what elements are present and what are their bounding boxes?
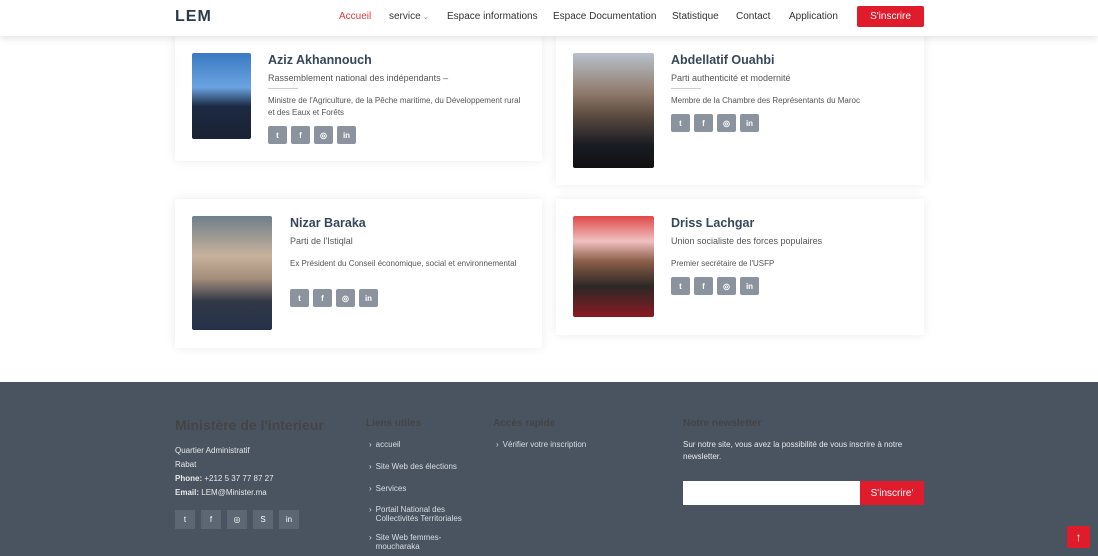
nav-application[interactable]: Application (789, 11, 838, 22)
footer-address-line2: Rabat (175, 460, 197, 469)
footer-link[interactable]: › accueil (369, 440, 401, 449)
chevron-right-icon: › (496, 440, 499, 449)
linkedin-icon[interactable]: in (740, 114, 759, 132)
member-card: Driss Lachgar Union socialiste des force… (556, 199, 924, 335)
facebook-icon[interactable]: f (291, 126, 310, 144)
member-role: Ex Président du Conseil économique, soci… (290, 259, 517, 268)
divider (671, 88, 701, 89)
nav-contact[interactable]: Contact (736, 11, 770, 22)
member-party: Parti authenticité et modernité (671, 73, 791, 83)
member-socials: t f ◎ in (671, 277, 759, 295)
instagram-icon[interactable]: ◎ (227, 510, 247, 529)
footer-phone: Phone: +212 5 37 77 87 27 (175, 472, 274, 486)
nav-espace-informations[interactable]: Espace informations (447, 11, 538, 22)
newsletter-text: Sur notre site, vous avez la possibilité… (683, 440, 903, 461)
member-photo (192, 53, 251, 139)
member-party: Union socialiste des forces populaires (671, 236, 823, 246)
member-photo (573, 53, 654, 168)
newsletter-email-input[interactable] (683, 481, 860, 505)
member-photo (573, 216, 654, 317)
linkedin-icon[interactable]: in (337, 126, 356, 144)
twitter-icon[interactable]: t (290, 289, 309, 307)
twitter-icon[interactable]: t (268, 126, 287, 144)
linkedin-icon[interactable]: in (279, 510, 299, 529)
instagram-icon[interactable]: ◎ (717, 114, 736, 132)
chevron-down-icon: ⌄ (422, 14, 429, 21)
phone-value: +212 5 37 77 87 27 (204, 474, 274, 483)
member-name: Abdellatif Ouahbi (671, 53, 775, 67)
member-role: Ministre de l'Agriculture, de la Pêche m… (268, 96, 521, 117)
member-name: Aziz Akhannouch (268, 53, 372, 67)
footer-link[interactable]: › Site Web femmes-moucharaka (369, 533, 459, 551)
nav-espace-documentation[interactable]: Espace Documentation (553, 11, 656, 22)
signup-button[interactable]: S'inscrire (857, 6, 924, 27)
footer-link-label: Site Web femmes-moucharaka (375, 533, 442, 551)
instagram-icon[interactable]: ◎ (314, 126, 333, 144)
twitter-icon[interactable]: t (175, 510, 195, 529)
chevron-right-icon: › (369, 484, 372, 493)
footer-link-label: accueil (375, 440, 401, 449)
footer-link-label: Vérifier votre inscription (502, 440, 587, 449)
footer-email: Email: LEM@Minister.ma (175, 486, 267, 500)
member-socials: t f ◎ in (290, 289, 378, 307)
twitter-icon[interactable]: t (671, 114, 690, 132)
facebook-icon[interactable]: f (694, 114, 713, 132)
chevron-right-icon: › (369, 533, 372, 542)
chevron-right-icon: › (369, 462, 372, 471)
back-to-top-button[interactable]: ↑ (1067, 526, 1090, 548)
newsletter-subscribe-button[interactable]: S'inscrire' (860, 481, 924, 505)
member-party: Rassemblement national des indépendants … (268, 73, 449, 83)
linkedin-icon[interactable]: in (740, 277, 759, 295)
footer-title: Ministère de l'interieur (175, 417, 324, 433)
nav-service-label: service (389, 11, 421, 22)
skype-icon[interactable]: S (253, 510, 273, 529)
newsletter-title: Notre newsletter (683, 418, 762, 429)
twitter-icon[interactable]: t (671, 277, 690, 295)
footer-link-label: Site Web des élections (375, 462, 457, 471)
email-value[interactable]: LEM@Minister.ma (201, 488, 266, 497)
chevron-right-icon: › (369, 505, 372, 514)
phone-label: Phone: (175, 474, 203, 483)
nav-service[interactable]: service ⌄ (389, 11, 429, 22)
member-card: Abdellatif Ouahbi Parti authenticité et … (556, 36, 924, 185)
linkedin-icon[interactable]: in (359, 289, 378, 307)
member-photo (192, 216, 272, 330)
member-name: Nizar Baraka (290, 216, 366, 230)
member-role: Premier secrétaire de l'USFP (671, 259, 775, 268)
footer-link[interactable]: › Site Web des élections (369, 462, 457, 471)
arrow-up-icon: ↑ (1075, 530, 1082, 544)
member-role: Membre de la Chambre des Représentants d… (671, 96, 860, 105)
footer (0, 382, 1098, 556)
footer-socials: t f ◎ S in (175, 510, 299, 529)
facebook-icon[interactable]: f (694, 277, 713, 295)
quick-access-title: Accès rapide (493, 418, 556, 429)
member-card: Nizar Baraka Parti de l'Istiqlal Ex Prés… (175, 199, 542, 348)
member-party: Parti de l'Istiqlal (290, 236, 353, 246)
member-socials: t f ◎ in (671, 114, 759, 132)
footer-address-line1: Quartier Administratif (175, 446, 250, 455)
instagram-icon[interactable]: ◎ (336, 289, 355, 307)
footer-link-label: Services (375, 484, 407, 493)
footer-link[interactable]: › Portail National des Collectivités Terr… (369, 505, 479, 523)
divider (268, 88, 298, 89)
site-logo[interactable]: LEM (175, 8, 212, 26)
nav-accueil[interactable]: Accueil (339, 11, 371, 22)
top-navbar: LEM Accueil service ⌄ Espace informations… (0, 0, 1098, 36)
footer-link[interactable]: › Services (369, 484, 406, 493)
footer-link-label: Portail National des Collectivités Terri… (375, 505, 462, 523)
useful-links-title: Liens utiles (366, 418, 422, 429)
member-name: Driss Lachgar (671, 216, 755, 230)
instagram-icon[interactable]: ◎ (717, 277, 736, 295)
chevron-right-icon: › (369, 440, 372, 449)
nav-statistique[interactable]: Statistique (672, 11, 719, 22)
email-label: Email: (175, 488, 200, 497)
member-socials: t f ◎ in (268, 126, 356, 144)
facebook-icon[interactable]: f (201, 510, 221, 529)
facebook-icon[interactable]: f (313, 289, 332, 307)
member-card: Aziz Akhannouch Rassemblement national d… (175, 36, 542, 161)
footer-link[interactable]: › Vérifier votre inscription (496, 440, 586, 449)
